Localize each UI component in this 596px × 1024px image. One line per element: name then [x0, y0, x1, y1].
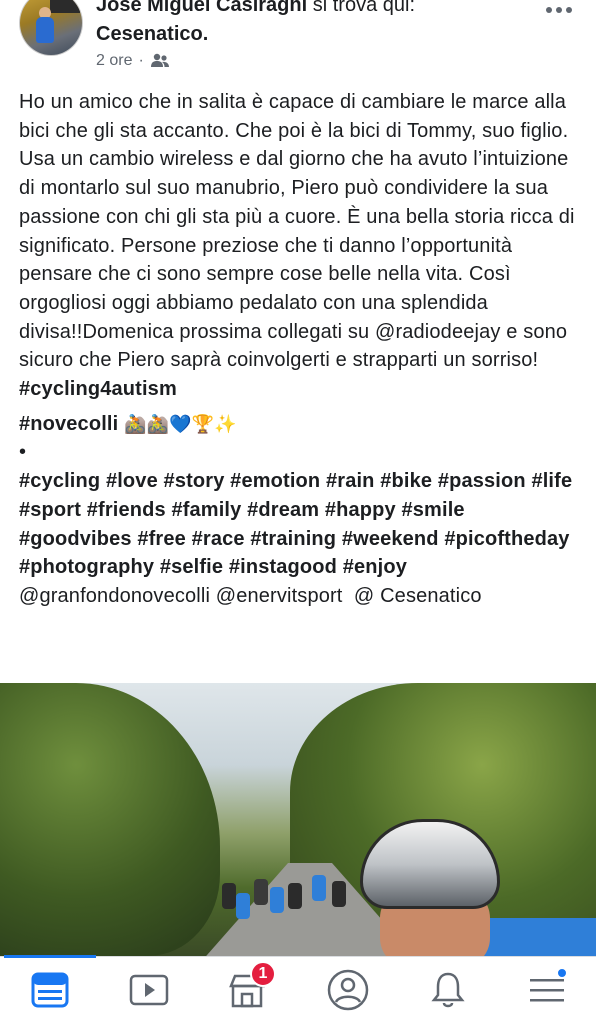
post-photo[interactable] — [0, 683, 596, 956]
post-header: José Miguel Casiraghi si trova qui: Cese… — [0, 0, 596, 84]
author-name[interactable]: José Miguel Casiraghi — [96, 0, 307, 16]
author-avatar[interactable] — [19, 0, 83, 56]
post-emojis: 🚵🚵💙🏆✨ — [124, 413, 237, 434]
tab-menu[interactable] — [522, 967, 572, 1013]
profile-icon — [327, 969, 369, 1011]
tab-marketplace[interactable]: 1 — [222, 961, 276, 1013]
more-options-icon[interactable] — [546, 2, 576, 18]
post-text: Ho un amico che in salita è capace di ca… — [19, 88, 579, 611]
marketplace-badge: 1 — [250, 961, 276, 987]
active-tab-indicator — [4, 955, 96, 958]
post-body: Ho un amico che in salita è capace di ca… — [19, 91, 581, 372]
news-feed-icon — [31, 972, 69, 1008]
video-icon — [129, 974, 169, 1006]
meta-separator: · — [138, 52, 144, 69]
hashtag-list[interactable]: #cycling #love #story #emotion #rain #bi… — [19, 470, 578, 578]
location-phrase: si trova qui: — [312, 0, 415, 16]
menu-notification-dot — [556, 967, 568, 979]
post-meta: 2 ore · — [96, 52, 170, 70]
bell-icon — [431, 972, 465, 1008]
tab-watch[interactable] — [124, 967, 174, 1013]
bullet-separator: • — [19, 441, 27, 464]
friends-icon — [150, 53, 169, 67]
bottom-tab-bar: 1 — [0, 955, 596, 1024]
hashtag-novecolli[interactable]: #novecolli — [19, 413, 118, 435]
location-name[interactable]: Cesenatico. — [96, 21, 208, 47]
tab-notifications[interactable] — [423, 967, 473, 1013]
post-time[interactable]: 2 ore — [96, 52, 132, 70]
tab-news-feed[interactable] — [25, 967, 75, 1013]
hashtag-cycling4autism[interactable]: #cycling4autism — [19, 378, 177, 400]
tab-profile[interactable] — [323, 967, 373, 1013]
author-line: José Miguel Casiraghi si trova qui: — [96, 0, 415, 18]
